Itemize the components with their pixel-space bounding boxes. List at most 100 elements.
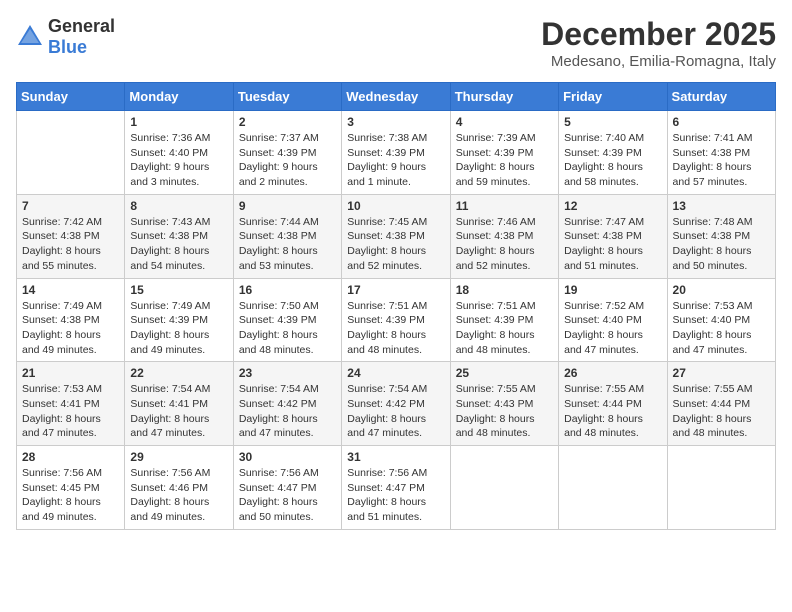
day-info: Sunrise: 7:54 AMSunset: 4:41 PMDaylight:… xyxy=(130,382,227,441)
day-info: Sunrise: 7:44 AMSunset: 4:38 PMDaylight:… xyxy=(239,215,336,274)
logo-icon xyxy=(16,23,44,51)
calendar-cell: 6Sunrise: 7:41 AMSunset: 4:38 PMDaylight… xyxy=(667,111,775,195)
header: General Blue December 2025 Medesano, Emi… xyxy=(16,16,776,70)
calendar-cell: 20 Sunrise: 7:53 AMSunset: 4:40 PMDayligh… xyxy=(667,278,775,362)
day-number: 28 xyxy=(22,450,119,464)
day-number: 30 xyxy=(239,450,336,464)
calendar-cell: 16Sunrise: 7:50 AMSunset: 4:39 PMDayligh… xyxy=(233,278,341,362)
day-number: 3 xyxy=(347,115,444,129)
day-number: 19 xyxy=(564,283,661,297)
day-info: Sunrise: 7:49 AMSunset: 4:39 PMDaylight:… xyxy=(130,299,227,358)
day-number: 15 xyxy=(130,283,227,297)
calendar-cell: 2 Sunrise: 7:37 AMSunset: 4:39 PMDaylight… xyxy=(233,111,341,195)
day-info: Sunrise: 7:36 AMSunset: 4:40 PMDaylight:… xyxy=(130,131,227,190)
day-number: 21 xyxy=(22,366,119,380)
location-title: Medesano, Emilia-Romagna, Italy xyxy=(541,53,776,70)
weekday-header-sunday: Sunday xyxy=(17,83,125,111)
day-number: 13 xyxy=(673,199,770,213)
day-info: Sunrise: 7:49 AMSunset: 4:38 PMDaylight:… xyxy=(22,299,119,358)
calendar-cell: 7Sunrise: 7:42 AMSunset: 4:38 PMDaylight… xyxy=(17,194,125,278)
month-title: December 2025 xyxy=(541,16,776,53)
weekday-header-monday: Monday xyxy=(125,83,233,111)
calendar: SundayMondayTuesdayWednesdayThursdayFrid… xyxy=(16,82,776,530)
calendar-cell: 31 Sunrise: 7:56 AMSunset: 4:47 PMDayligh… xyxy=(342,446,450,530)
calendar-cell: 12 Sunrise: 7:47 AMSunset: 4:38 PMDayligh… xyxy=(559,194,667,278)
calendar-cell: 19 Sunrise: 7:52 AMSunset: 4:40 PMDayligh… xyxy=(559,278,667,362)
logo: General Blue xyxy=(16,16,115,58)
day-number: 24 xyxy=(347,366,444,380)
day-number: 7 xyxy=(22,199,119,213)
day-info: Sunrise: 7:56 AMSunset: 4:46 PMDaylight:… xyxy=(130,466,227,525)
weekday-header-tuesday: Tuesday xyxy=(233,83,341,111)
day-info: Sunrise: 7:41 AMSunset: 4:38 PMDaylight:… xyxy=(673,131,770,190)
title-area: December 2025 Medesano, Emilia-Romagna, … xyxy=(541,16,776,70)
calendar-cell xyxy=(667,446,775,530)
day-info: Sunrise: 7:56 AMSunset: 4:47 PMDaylight:… xyxy=(239,466,336,525)
day-number: 18 xyxy=(456,283,553,297)
calendar-cell: 5Sunrise: 7:40 AMSunset: 4:39 PMDaylight… xyxy=(559,111,667,195)
calendar-cell: 15 Sunrise: 7:49 AMSunset: 4:39 PMDayligh… xyxy=(125,278,233,362)
day-number: 27 xyxy=(673,366,770,380)
calendar-cell: 27Sunrise: 7:55 AMSunset: 4:44 PMDayligh… xyxy=(667,362,775,446)
day-number: 8 xyxy=(130,199,227,213)
calendar-cell xyxy=(559,446,667,530)
calendar-cell: 17 Sunrise: 7:51 AMSunset: 4:39 PMDayligh… xyxy=(342,278,450,362)
day-info: Sunrise: 7:51 AMSunset: 4:39 PMDaylight:… xyxy=(456,299,553,358)
day-info: Sunrise: 7:37 AMSunset: 4:39 PMDaylight:… xyxy=(239,131,336,190)
day-number: 2 xyxy=(239,115,336,129)
day-info: Sunrise: 7:52 AMSunset: 4:40 PMDaylight:… xyxy=(564,299,661,358)
calendar-cell: 29 Sunrise: 7:56 AMSunset: 4:46 PMDayligh… xyxy=(125,446,233,530)
day-number: 10 xyxy=(347,199,444,213)
day-number: 5 xyxy=(564,115,661,129)
day-number: 20 xyxy=(673,283,770,297)
calendar-cell: 8 Sunrise: 7:43 AMSunset: 4:38 PMDaylight… xyxy=(125,194,233,278)
calendar-cell: 3 Sunrise: 7:38 AMSunset: 4:39 PMDaylight… xyxy=(342,111,450,195)
day-info: Sunrise: 7:43 AMSunset: 4:38 PMDaylight:… xyxy=(130,215,227,274)
day-info: Sunrise: 7:39 AMSunset: 4:39 PMDaylight:… xyxy=(456,131,553,190)
day-info: Sunrise: 7:48 AMSunset: 4:38 PMDaylight:… xyxy=(673,215,770,274)
weekday-header-wednesday: Wednesday xyxy=(342,83,450,111)
day-number: 22 xyxy=(130,366,227,380)
calendar-cell: 25 Sunrise: 7:55 AMSunset: 4:43 PMDayligh… xyxy=(450,362,558,446)
day-number: 17 xyxy=(347,283,444,297)
calendar-cell: 18 Sunrise: 7:51 AMSunset: 4:39 PMDayligh… xyxy=(450,278,558,362)
calendar-cell: 28 Sunrise: 7:56 AMSunset: 4:45 PMDayligh… xyxy=(17,446,125,530)
day-number: 11 xyxy=(456,199,553,213)
logo-blue: Blue xyxy=(48,37,87,57)
calendar-cell: 21 Sunrise: 7:53 AMSunset: 4:41 PMDayligh… xyxy=(17,362,125,446)
day-info: Sunrise: 7:45 AMSunset: 4:38 PMDaylight:… xyxy=(347,215,444,274)
day-number: 4 xyxy=(456,115,553,129)
day-info: Sunrise: 7:54 AMSunset: 4:42 PMDaylight:… xyxy=(347,382,444,441)
day-number: 14 xyxy=(22,283,119,297)
calendar-cell: 13 Sunrise: 7:48 AMSunset: 4:38 PMDayligh… xyxy=(667,194,775,278)
calendar-cell: 11 Sunrise: 7:46 AMSunset: 4:38 PMDayligh… xyxy=(450,194,558,278)
day-info: Sunrise: 7:55 AMSunset: 4:43 PMDaylight:… xyxy=(456,382,553,441)
day-number: 12 xyxy=(564,199,661,213)
calendar-cell: 26Sunrise: 7:55 AMSunset: 4:44 PMDayligh… xyxy=(559,362,667,446)
calendar-cell: 24 Sunrise: 7:54 AMSunset: 4:42 PMDayligh… xyxy=(342,362,450,446)
day-info: Sunrise: 7:56 AMSunset: 4:45 PMDaylight:… xyxy=(22,466,119,525)
calendar-cell xyxy=(450,446,558,530)
day-info: Sunrise: 7:38 AMSunset: 4:39 PMDaylight:… xyxy=(347,131,444,190)
calendar-cell: 30 Sunrise: 7:56 AMSunset: 4:47 PMDayligh… xyxy=(233,446,341,530)
calendar-cell: 9Sunrise: 7:44 AMSunset: 4:38 PMDaylight… xyxy=(233,194,341,278)
calendar-cell: 1 Sunrise: 7:36 AMSunset: 4:40 PMDaylight… xyxy=(125,111,233,195)
weekday-header-saturday: Saturday xyxy=(667,83,775,111)
day-info: Sunrise: 7:51 AMSunset: 4:39 PMDaylight:… xyxy=(347,299,444,358)
day-info: Sunrise: 7:47 AMSunset: 4:38 PMDaylight:… xyxy=(564,215,661,274)
day-number: 31 xyxy=(347,450,444,464)
day-info: Sunrise: 7:53 AMSunset: 4:40 PMDaylight:… xyxy=(673,299,770,358)
weekday-header-thursday: Thursday xyxy=(450,83,558,111)
day-info: Sunrise: 7:53 AMSunset: 4:41 PMDaylight:… xyxy=(22,382,119,441)
day-info: Sunrise: 7:56 AMSunset: 4:47 PMDaylight:… xyxy=(347,466,444,525)
day-number: 23 xyxy=(239,366,336,380)
logo-general: General xyxy=(48,16,115,36)
day-number: 29 xyxy=(130,450,227,464)
day-number: 26 xyxy=(564,366,661,380)
day-number: 1 xyxy=(130,115,227,129)
calendar-cell: 10 Sunrise: 7:45 AMSunset: 4:38 PMDayligh… xyxy=(342,194,450,278)
weekday-header-friday: Friday xyxy=(559,83,667,111)
calendar-cell: 14 Sunrise: 7:49 AMSunset: 4:38 PMDayligh… xyxy=(17,278,125,362)
day-info: Sunrise: 7:46 AMSunset: 4:38 PMDaylight:… xyxy=(456,215,553,274)
day-number: 25 xyxy=(456,366,553,380)
